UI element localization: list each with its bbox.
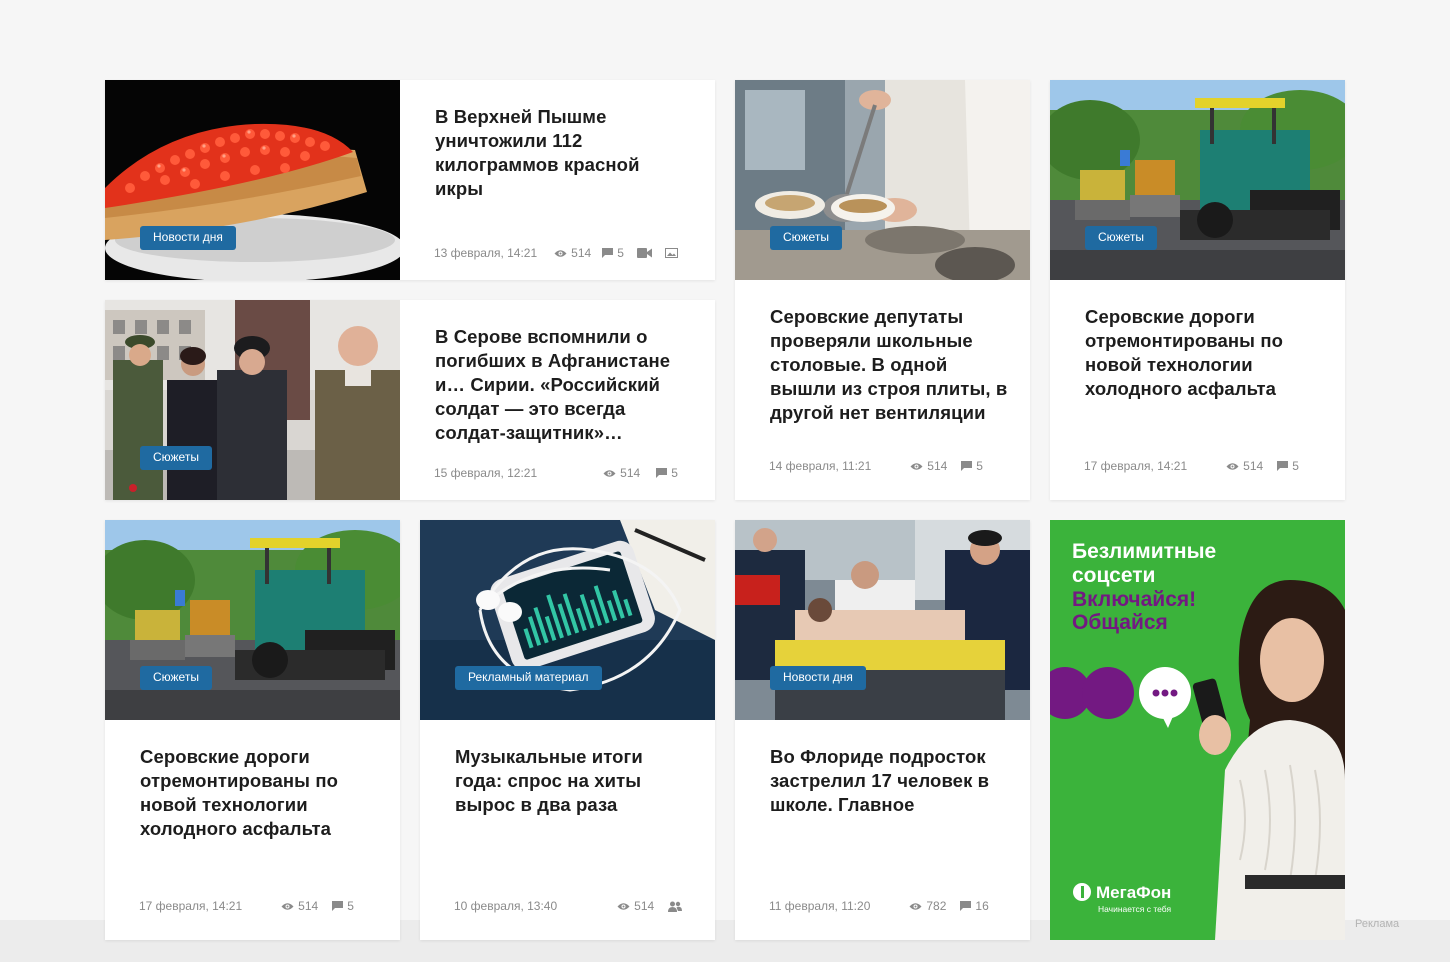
news-title[interactable]: Музыкальные итоги года: спрос на хиты вы… [455,745,695,817]
publish-date: 15 февраля, 12:21 [434,466,538,480]
news-card-music[interactable]: Рекламный материал Музыкальные итоги год… [420,520,715,940]
comment-icon [602,248,614,258]
news-meta: 10 февраля, 13:40 514 [454,899,683,913]
ad-label: Реклама [1355,918,1400,930]
news-card-roads-2[interactable]: Сюжеты Серовские дороги отремонтированы … [105,520,400,940]
comment-icon [1277,461,1289,471]
video-icon [636,248,652,258]
comment-icon [960,901,972,911]
views-count: 514 [603,466,640,480]
eye-icon [1226,462,1239,470]
publish-date: 13 февраля, 14:21 [434,246,538,260]
ad-brand: МегаФон [1096,883,1171,902]
comments-count: 5 [332,899,354,913]
ad-slogan: Начинается с тебя [1098,904,1171,914]
category-tag[interactable]: Сюжеты [1085,226,1157,250]
news-title[interactable]: Серовские депутаты проверяли школьные ст… [770,305,1010,425]
photo-icon [664,248,678,258]
eye-icon [617,902,630,910]
news-meta: 17 февраля, 14:21 514 5 [139,899,354,913]
publish-date: 14 февраля, 11:21 [769,459,872,473]
news-meta: 13 февраля, 14:21 514 5 [434,246,678,260]
comments-count: 5 [656,466,678,480]
news-card-roads-1[interactable]: Сюжеты Серовские дороги отремонтированы … [1050,80,1345,500]
category-tag[interactable]: Новости дня [770,666,866,690]
category-tag[interactable]: Рекламный материал [455,666,602,690]
views-count: 514 [1226,459,1263,473]
category-tag[interactable]: Сюжеты [140,666,212,690]
news-photo-afghan[interactable]: Сюжеты [105,300,400,500]
comments-count: 5 [961,459,983,473]
views-count: 514 [617,899,654,913]
ad-headline-line4: Общайся [1072,611,1168,634]
news-meta: 11 февраля, 11:20 782 16 [769,899,989,913]
eye-icon [910,462,923,470]
views-count: 782 [909,899,946,913]
news-title[interactable]: В Серове вспомнили о погибших в Афганист… [435,325,680,445]
eye-icon [281,902,294,910]
category-tag[interactable]: Сюжеты [140,446,212,470]
news-title[interactable]: Серовские дороги отремонтированы по ново… [140,745,380,841]
news-card-afghan[interactable]: Сюжеты В Серове вспомнили о погибших в А… [105,300,715,500]
news-title[interactable]: Серовские дороги отремонтированы по ново… [1085,305,1325,401]
news-photo-florida[interactable]: Новости дня [735,520,1030,720]
ad-headline-line1: Безлимитные [1072,540,1216,563]
publish-date: 17 февраля, 14:21 [1084,459,1188,473]
eye-icon [909,902,922,910]
news-photo-caviar[interactable]: Новости дня [105,80,400,280]
ad-headline-line2: соцсети [1072,564,1155,587]
news-photo-canteen[interactable]: Сюжеты [735,80,1030,280]
views-count: 514 [910,459,947,473]
news-meta: 14 февраля, 11:21 514 5 [769,459,983,473]
views-count: 514 [281,899,318,913]
news-photo-roads-2[interactable]: Сюжеты [105,520,400,720]
category-tag[interactable]: Сюжеты [770,226,842,250]
comments-count: 5 [602,246,624,260]
comments-count: 16 [960,899,989,913]
news-title[interactable]: Во Флориде подросток застрелил 17 челове… [770,745,1010,817]
comment-icon [332,901,344,911]
ad-headline-line3: Включайся! [1072,588,1196,611]
views-count: 514 [554,246,591,260]
news-meta: 17 февраля, 14:21 514 5 [1084,459,1299,473]
ad-banner-megafon[interactable]: Безлимитные соцсети Включайся! Общайся М… [1050,520,1345,940]
eye-icon [603,469,616,477]
users-icon [668,901,683,912]
news-card-canteen[interactable]: Сюжеты Серовские депутаты проверяли школ… [735,80,1030,500]
eye-icon [554,249,567,257]
comments-count: 5 [1277,459,1299,473]
comment-icon [961,461,973,471]
publish-date: 17 февраля, 14:21 [139,899,243,913]
comment-icon [656,468,668,478]
news-meta: 15 февраля, 12:21 514 5 [434,466,678,480]
publish-date: 10 февраля, 13:40 [454,899,558,913]
news-card-caviar[interactable]: Новости дня В Верхней Пышме уничтожили 1… [105,80,715,280]
category-tag[interactable]: Новости дня [140,226,236,250]
news-photo-roads-1[interactable]: Сюжеты [1050,80,1345,280]
news-photo-music[interactable]: Рекламный материал [420,520,715,720]
publish-date: 11 февраля, 11:20 [769,899,871,913]
news-title[interactable]: В Верхней Пышме уничтожили 112 килограмм… [435,105,675,201]
news-card-florida[interactable]: Новости дня Во Флориде подросток застрел… [735,520,1030,940]
